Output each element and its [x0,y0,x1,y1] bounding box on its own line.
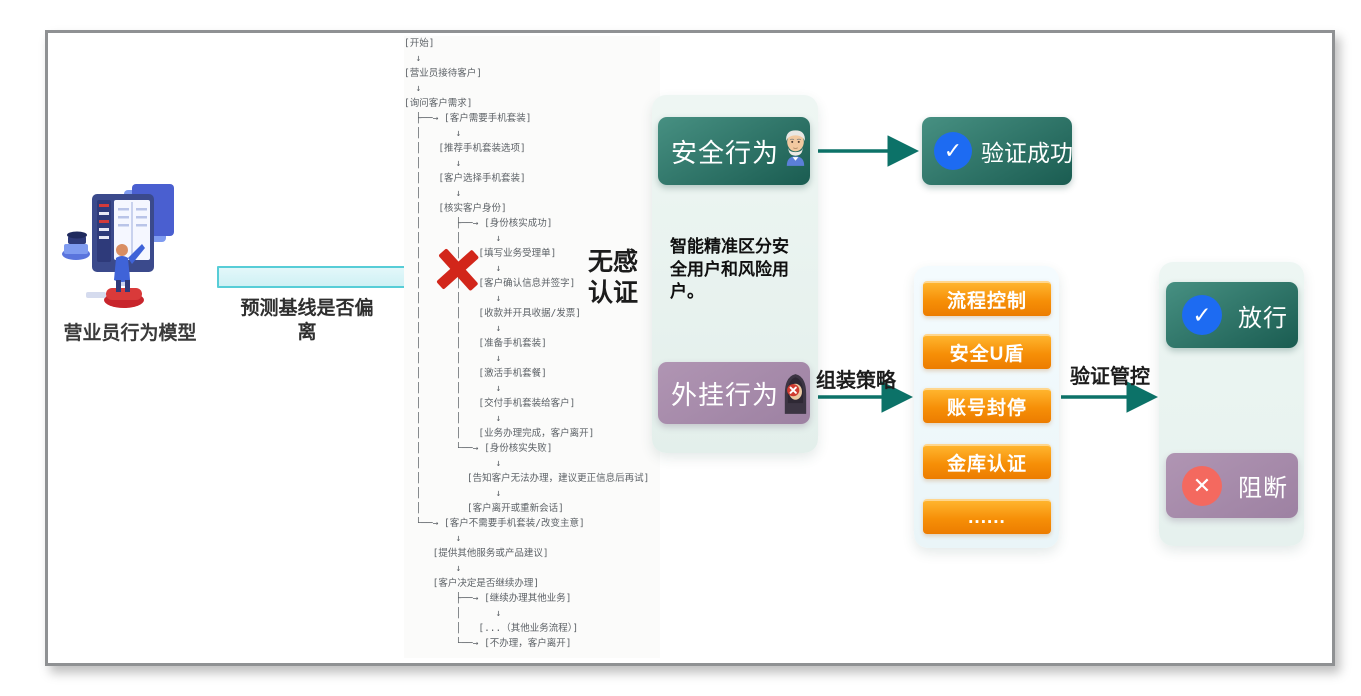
strategy-button: 流程控制 [923,281,1051,316]
safe-behavior-label: 安全行为 [658,133,779,170]
deviation-x-icon [436,248,480,292]
risk-behavior-label: 外挂行为 [658,375,779,412]
flowchart-text: [开始] ↓ [营业员接待客户] ↓ [询问客户需求] ├──→ [客户需要手机… [404,36,660,651]
strategy-button: 金库认证 [923,444,1051,479]
risk-behavior-box: 外挂行为 [658,362,810,424]
model-label: 营业员行为模型 [50,318,210,345]
business-flowchart: [开始] ↓ [营业员接待客户] ↓ [询问客户需求] ├──→ [客户需要手机… [404,36,660,658]
block-cross-icon: ✕ [1182,466,1222,506]
behavior-model-illustration [62,180,184,316]
strategy-button: 安全U盾 [923,334,1051,369]
block-box: ✕ 阻断 [1166,453,1298,518]
safe-user-avatar-icon [781,119,810,175]
slide-canvas: 营业员行为模型 预测基线是否偏离 [开始] ↓ [营业员接待客户] ↓ [询问客… [0,0,1361,696]
prediction-arrow-label: 预测基线是否偏离 [232,297,382,345]
hooded-attacker-avatar-icon [781,364,810,424]
verify-success-label: 验证成功 [981,134,1073,168]
allow-box: ✓ 放行 [1166,282,1298,348]
strategy-button: 账号封停 [923,388,1051,423]
allow-label: 放行 [1238,298,1288,333]
block-label: 阻断 [1238,468,1288,503]
safe-behavior-box: 安全行为 [658,117,810,185]
allow-check-icon: ✓ [1182,295,1222,335]
strategy-button: ...... [923,499,1051,534]
success-check-icon: ✓ [934,132,972,170]
verify-control-label: 验证管控 [1070,360,1150,389]
verify-success-box: ✓ 验证成功 [922,117,1072,185]
seamless-auth-label: 无感认证 [588,247,644,308]
assemble-strategy-label: 组装策略 [816,364,896,393]
classify-description: 智能精准区分安全用户和风险用户。 [670,236,802,304]
